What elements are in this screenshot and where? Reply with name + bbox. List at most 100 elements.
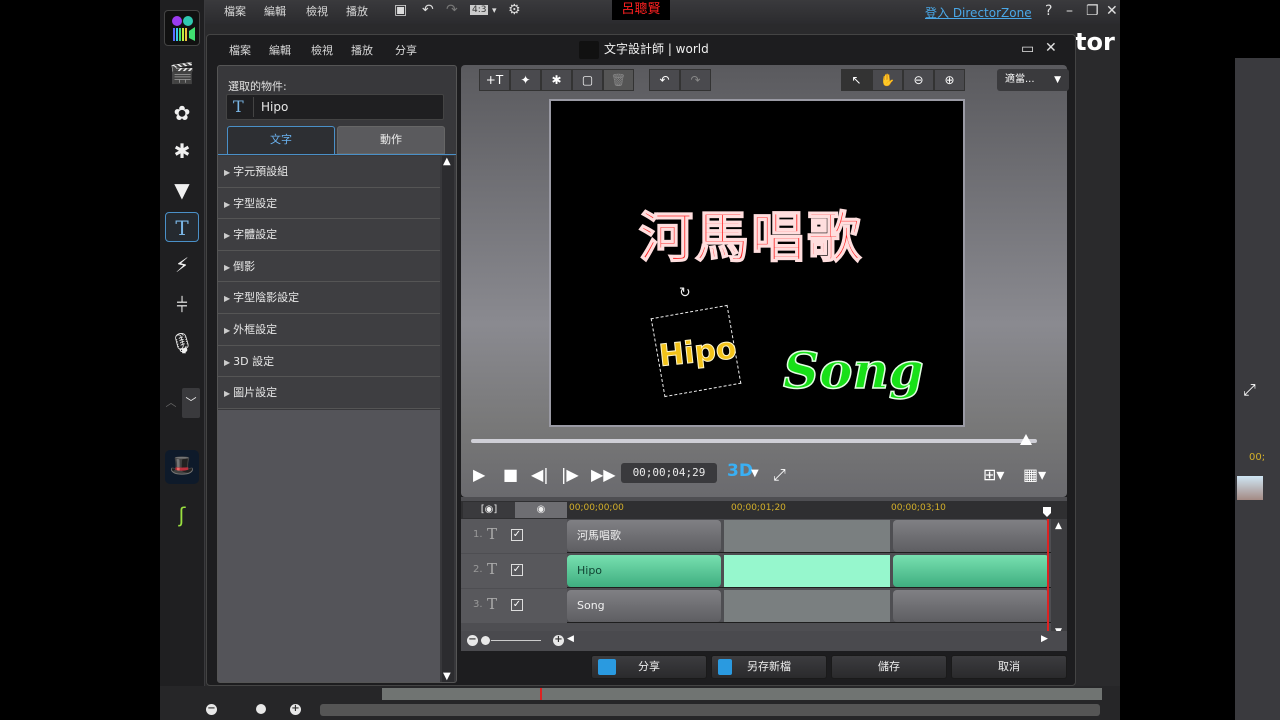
- track-clip-start-selected[interactable]: Hipo: [567, 555, 721, 587]
- clapboard-icon[interactable]: 🎬: [165, 58, 199, 88]
- zoom-out-timeline-icon[interactable]: −: [467, 635, 478, 646]
- timeline-vertical-scrollbar[interactable]: ▲ ▼: [1051, 519, 1067, 639]
- stop-icon[interactable]: ■: [503, 465, 518, 484]
- zoom-out-icon[interactable]: ⊖: [903, 69, 934, 91]
- track-clip-end-selected[interactable]: [893, 555, 1049, 587]
- magic-hat-icon[interactable]: 🎩: [165, 450, 199, 484]
- scroll-up-icon[interactable]: ︿: [162, 388, 180, 418]
- canvas-title-song[interactable]: Song: [782, 340, 924, 401]
- timeline-playhead[interactable]: [1047, 519, 1049, 639]
- redo-icon[interactable]: ↷: [446, 2, 458, 18]
- section-font-settings[interactable]: ▶ 字型設定: [218, 187, 440, 220]
- save-icon[interactable]: ▣: [394, 2, 407, 18]
- track-clip-end[interactable]: [893, 590, 1049, 622]
- particle-icon[interactable]: ✱: [165, 136, 199, 166]
- app-horizontal-scrollbar[interactable]: [320, 704, 1100, 716]
- safe-zone-icon[interactable]: ▦▾: [1023, 465, 1046, 484]
- dialog-maximize-icon[interactable]: ▭: [1021, 41, 1034, 57]
- 3d-mode-button[interactable]: 3D: [727, 461, 753, 481]
- dialog-menu-file[interactable]: 檔案: [229, 42, 251, 58]
- track-clip-middle-selected[interactable]: [724, 555, 890, 587]
- save-button[interactable]: 儲存: [831, 655, 947, 679]
- undock-icon[interactable]: ⤢: [1243, 380, 1256, 400]
- app-logo-icon[interactable]: [164, 10, 200, 46]
- track-visibility-checkbox[interactable]: ✓: [511, 529, 523, 541]
- dialog-close-icon[interactable]: ✕: [1045, 40, 1057, 56]
- aspect-dropdown-icon[interactable]: ▾: [492, 6, 497, 16]
- next-frame-icon[interactable]: |▶: [561, 465, 579, 484]
- properties-scrollbar[interactable]: ▲ ▼: [442, 156, 454, 682]
- track-clip-middle[interactable]: [724, 520, 890, 552]
- dialog-menu-share[interactable]: 分享: [395, 42, 417, 58]
- timeline-marker-button[interactable]: ◉: [515, 502, 567, 518]
- grid-layout-icon[interactable]: ⊞▾: [983, 465, 1004, 484]
- scroll-left-icon[interactable]: ◀: [567, 634, 574, 644]
- section-reflection[interactable]: ▶ 倒影: [218, 250, 440, 283]
- 3d-dropdown-icon[interactable]: ▼: [751, 468, 759, 479]
- settings-gear-icon[interactable]: ⚙: [508, 2, 521, 18]
- fast-forward-icon[interactable]: ▶▶: [591, 465, 616, 484]
- squiggle-icon[interactable]: ʃ: [165, 500, 199, 530]
- undo-icon[interactable]: ↶: [649, 69, 680, 91]
- scroll-down-arrow-icon[interactable]: ▼: [443, 671, 451, 682]
- section-border-settings[interactable]: ▶ 外框設定: [218, 313, 440, 346]
- aspect-ratio-button[interactable]: 4:3: [470, 5, 489, 15]
- add-image-icon[interactable]: ▢: [572, 69, 603, 91]
- app-zoom-out-icon[interactable]: −: [206, 704, 217, 715]
- minimize-icon[interactable]: –: [1066, 3, 1073, 19]
- play-icon[interactable]: ▶: [473, 465, 485, 484]
- text-icon[interactable]: T: [165, 212, 199, 242]
- track-clip-start[interactable]: 河馬唱歌: [567, 520, 721, 552]
- track-visibility-checkbox[interactable]: ✓: [511, 599, 523, 611]
- tab-text[interactable]: 文字: [227, 126, 335, 154]
- menu-play[interactable]: 播放: [346, 3, 368, 19]
- undo-icon[interactable]: ↶: [422, 2, 434, 18]
- menu-file[interactable]: 檔案: [224, 3, 246, 19]
- app-zoom-in-icon[interactable]: +: [290, 704, 301, 715]
- dialog-menu-play[interactable]: 播放: [351, 42, 373, 58]
- track-visibility-checkbox[interactable]: ✓: [511, 564, 523, 576]
- microphone-icon[interactable]: 🎙: [165, 328, 199, 358]
- fullscreen-icon[interactable]: ⤢: [773, 465, 786, 485]
- scroll-up-arrow-icon[interactable]: ▲: [1055, 521, 1062, 531]
- add-particle-icon[interactable]: ✦: [510, 69, 541, 91]
- app-zoom-slider[interactable]: [256, 704, 266, 714]
- canvas-title-main[interactable]: 河馬唱歌: [638, 193, 863, 272]
- zoom-level-dropdown[interactable]: 適當... ▼: [997, 69, 1069, 91]
- app-playhead[interactable]: [540, 688, 542, 700]
- scroll-up-arrow-icon[interactable]: ▲: [443, 156, 451, 167]
- dialog-menu-view[interactable]: 檢視: [311, 42, 333, 58]
- menu-view[interactable]: 檢視: [306, 3, 328, 19]
- dialog-menu-edit[interactable]: 編輯: [269, 42, 291, 58]
- share-button[interactable]: 分享: [591, 655, 707, 679]
- help-icon[interactable]: ?: [1045, 3, 1052, 19]
- flower-icon[interactable]: ✿: [165, 98, 199, 128]
- previous-frame-icon[interactable]: ◀|: [531, 465, 549, 484]
- transition-icon[interactable]: ⚡: [165, 250, 199, 280]
- preview-scrubber[interactable]: [471, 439, 1037, 443]
- preview-canvas[interactable]: 河馬唱歌 ↻ Hipo Song: [549, 99, 965, 427]
- add-effect-icon[interactable]: ✱: [541, 69, 572, 91]
- timeline-zoom-slider[interactable]: [481, 636, 490, 645]
- section-3d-settings[interactable]: ▶ 3D 設定: [218, 345, 440, 378]
- track-clip-end[interactable]: [893, 520, 1049, 552]
- restore-icon[interactable]: ❐: [1086, 3, 1099, 19]
- scroll-right-icon[interactable]: ▶: [1041, 634, 1048, 644]
- section-image-settings[interactable]: ▶ 圖片設定: [218, 377, 440, 409]
- fireworks-icon[interactable]: ▼: [165, 175, 199, 205]
- timecode-display[interactable]: 00;00;04;29: [621, 463, 717, 483]
- section-shadow-settings[interactable]: ▶ 字型陰影設定: [218, 282, 440, 314]
- redo-icon[interactable]: ↷: [680, 69, 711, 91]
- select-tool-icon[interactable]: ↖: [841, 69, 872, 91]
- menu-edit[interactable]: 編輯: [264, 3, 286, 19]
- delete-icon[interactable]: 🗑: [603, 69, 634, 91]
- track-clip-start[interactable]: Song: [567, 590, 721, 622]
- directorzone-login-link[interactable]: 登入 DirectorZone: [925, 4, 1032, 21]
- zoom-in-timeline-icon[interactable]: +: [553, 635, 564, 646]
- scroll-down-icon[interactable]: ﹀: [182, 388, 200, 418]
- scrubber-handle[interactable]: [1019, 434, 1032, 445]
- save-as-button[interactable]: 另存新檔: [711, 655, 827, 679]
- end-marker[interactable]: [1043, 507, 1051, 517]
- mixer-icon[interactable]: ⫩: [165, 290, 199, 320]
- video-thumbnail[interactable]: [1237, 476, 1263, 500]
